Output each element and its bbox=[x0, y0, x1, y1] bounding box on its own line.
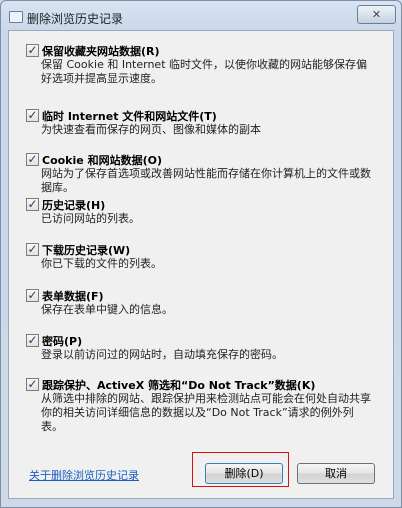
option-label[interactable]: 历史记录(H) bbox=[42, 197, 105, 213]
cancel-button[interactable]: 取消 bbox=[297, 463, 375, 484]
about-delete-history-link[interactable]: 关于删除浏览历史记录 bbox=[29, 467, 139, 483]
close-icon: ✕ bbox=[371, 8, 382, 21]
checkmark-icon: ✓ bbox=[27, 377, 38, 391]
option-label[interactable]: 下载历史记录(W) bbox=[42, 242, 130, 258]
options-panel: ✓ 保留收藏夹网站数据(R) 保留 Cookie 和 Internet 临时文件… bbox=[8, 30, 394, 499]
option-label[interactable]: Cookie 和网站数据(O) bbox=[42, 152, 162, 168]
checkbox-preserve-favorites[interactable]: ✓ bbox=[26, 43, 39, 57]
option-description: 已访问网站的列表。 bbox=[41, 212, 140, 225]
highlight-annotation bbox=[192, 452, 289, 487]
option-label[interactable]: 跟踪保护、ActiveX 筛选和“Do Not Track”数据(K) bbox=[42, 377, 315, 393]
checkbox-passwords[interactable]: ✓ bbox=[26, 333, 39, 347]
checkbox-temp-files[interactable]: ✓ bbox=[26, 108, 39, 122]
checkmark-icon: ✓ bbox=[27, 152, 38, 166]
option-description: 网站为了保存首选项或改善网站性能而存储在你计算机上的文件或数据库。 bbox=[41, 167, 371, 194]
option-description: 保存在表单中键入的信息。 bbox=[41, 303, 173, 316]
close-button[interactable]: ✕ bbox=[357, 5, 396, 24]
window-icon bbox=[9, 11, 23, 23]
checkmark-icon: ✓ bbox=[27, 333, 38, 347]
checkbox-cookies[interactable]: ✓ bbox=[26, 152, 39, 166]
option-label[interactable]: 保留收藏夹网站数据(R) bbox=[42, 43, 160, 59]
option-label[interactable]: 密码(P) bbox=[42, 333, 82, 349]
checkmark-icon: ✓ bbox=[27, 288, 38, 302]
option-description: 为快速查看而保存的网页、图像和媒体的副本 bbox=[41, 123, 261, 136]
checkbox-form-data[interactable]: ✓ bbox=[26, 288, 39, 302]
option-description: 保留 Cookie 和 Internet 临时文件，以使你收藏的网站能够保存偏好… bbox=[41, 58, 367, 85]
option-description: 从筛选中排除的网站、跟踪保护用来检测站点可能会在何处自动共享你的相关访问详细信息… bbox=[41, 392, 371, 433]
option-description: 你已下载的文件的列表。 bbox=[41, 257, 162, 270]
option-label[interactable]: 表单数据(F) bbox=[42, 288, 104, 304]
option-description: 登录以前访问过的网站时，自动填充保存的密码。 bbox=[41, 348, 283, 361]
delete-browsing-history-dialog: 删除浏览历史记录 ✕ ✓ 保留收藏夹网站数据(R) 保留 Cookie 和 In… bbox=[0, 0, 402, 508]
checkbox-download-history[interactable]: ✓ bbox=[26, 242, 39, 256]
checkmark-icon: ✓ bbox=[27, 43, 38, 57]
checkmark-icon: ✓ bbox=[27, 108, 38, 122]
title-bar: 删除浏览历史记录 ✕ bbox=[1, 1, 401, 31]
checkbox-tracking-protection[interactable]: ✓ bbox=[26, 377, 39, 391]
window-title: 删除浏览历史记录 bbox=[27, 12, 124, 26]
checkbox-history[interactable]: ✓ bbox=[26, 197, 39, 211]
option-label[interactable]: 临时 Internet 文件和网站文件(T) bbox=[42, 108, 217, 124]
checkmark-icon: ✓ bbox=[27, 242, 38, 256]
checkmark-icon: ✓ bbox=[27, 197, 38, 211]
